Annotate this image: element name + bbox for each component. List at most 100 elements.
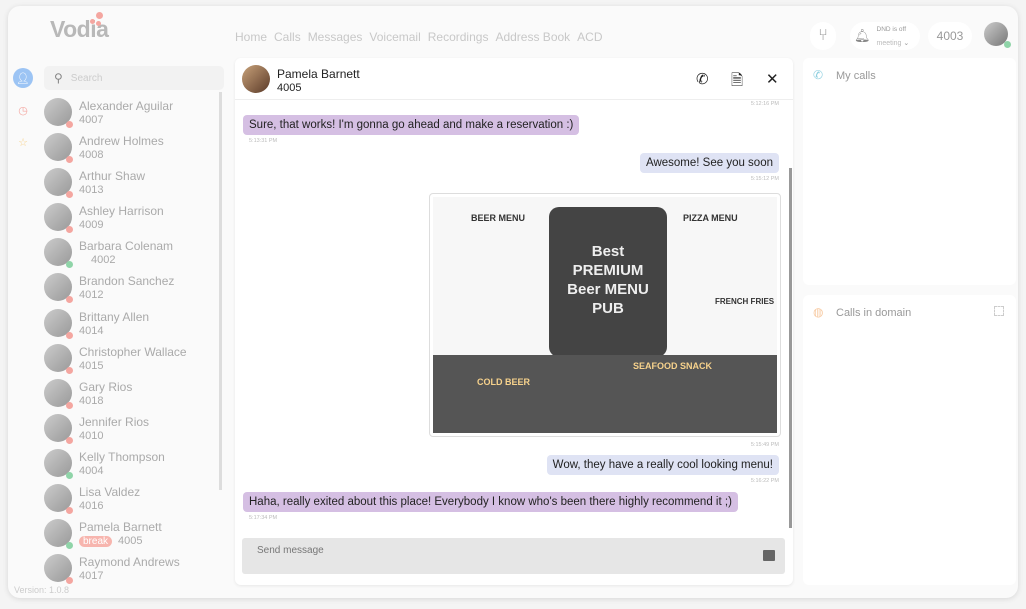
chat-contact-name: Pamela Barnett: [277, 67, 360, 81]
contact-name: Barbara Colenam: [79, 239, 174, 254]
contact-item[interactable]: Pamela Barnett break 4005: [44, 517, 220, 552]
contact-name: Jennifer Rios: [79, 414, 150, 429]
menu-heading-beer: BEER MENU: [471, 213, 526, 223]
dnd-toggle[interactable]: 🔔︎ DND is off meeting ⌄: [850, 22, 920, 50]
contact-list: Alexander Aguilar 4007 Andrew Holmes 400…: [44, 96, 220, 587]
recent-tab-icon[interactable]: ◷: [13, 100, 33, 120]
contact-ext: 4018: [79, 394, 104, 407]
timestamp: 5:15:49 PM: [750, 442, 779, 448]
image-attach-icon[interactable]: [763, 550, 775, 561]
status-dot: [66, 471, 73, 479]
contact-ext: 4013: [79, 184, 104, 197]
status-dot: [66, 331, 73, 339]
menu-heading-pizza: PIZZA MENU: [683, 213, 738, 223]
status-dot: [66, 542, 73, 550]
main-nav: Home Calls Messages Voicemail Recordings…: [235, 30, 603, 44]
message-outgoing: Awesome! See you soon: [639, 153, 779, 173]
contact-ext: 4002: [91, 254, 116, 267]
contact-item[interactable]: Arthur Shaw 4013: [44, 166, 220, 201]
status-dot: [66, 156, 73, 164]
contact-ext: 4009: [79, 219, 104, 232]
close-icon[interactable]: ✕: [766, 70, 779, 88]
split-icon: ⑂: [818, 27, 828, 44]
message-incoming: Haha, really exited about this place! Ev…: [243, 492, 738, 512]
my-calls-card: ✆ My calls: [803, 58, 1016, 285]
contact-item[interactable]: Alexander Aguilar 4007: [44, 96, 220, 131]
timestamp: 5:17:34 PM: [249, 515, 278, 521]
contact-item[interactable]: Christopher Wallace 4015: [44, 342, 220, 377]
chevron-down-icon: ⌄: [901, 39, 910, 47]
user-avatar[interactable]: [984, 22, 1011, 48]
contact-avatar: [242, 65, 270, 93]
status-dot: [66, 436, 73, 444]
extension-display: 4003: [928, 22, 972, 50]
phone-icon[interactable]: ✆: [696, 70, 709, 88]
contact-ext: 4004: [79, 464, 104, 477]
status-dot: [66, 366, 73, 374]
contact-item[interactable]: Lisa Valdez 4016: [44, 482, 220, 517]
contact-item[interactable]: Brandon Sanchez 4012: [44, 271, 220, 306]
contact-item[interactable]: Jennifer Rios 4010: [44, 412, 220, 447]
status-dot: [66, 296, 73, 304]
contact-item[interactable]: Kelly Thompson 4004: [44, 447, 220, 482]
contact-name: Lisa Valdez: [79, 485, 141, 500]
menu-chalkboard-title: Best PREMIUM Beer MENU PUB: [567, 243, 649, 317]
contact-ext: 4014: [79, 324, 104, 337]
nav-home[interactable]: Home: [235, 30, 267, 44]
status-dot: [66, 401, 73, 409]
shared-image-menu[interactable]: BEER MENU PIZZA MENU Best PREMIUM Beer M…: [429, 193, 781, 437]
bell-icon: 🔔︎: [854, 28, 871, 43]
contact-name: Kelly Thompson: [79, 449, 165, 464]
nav-acd[interactable]: ACD: [577, 30, 602, 44]
chat-scrollbar[interactable]: [789, 168, 792, 528]
contact-name: Brandon Sanchez: [79, 274, 175, 289]
calls-in-domain-card: ◍ Calls in domain: [803, 295, 1016, 585]
contact-item[interactable]: Raymond Andrews 4017: [44, 552, 220, 587]
contact-item[interactable]: Brittany Allen 4014: [44, 307, 220, 342]
status-dot: [66, 577, 73, 585]
version-label: Version: 1.0.8: [14, 585, 70, 595]
contact-ext: 4010: [79, 429, 104, 442]
contact-ext: 4008: [79, 149, 104, 162]
status-dot: [66, 191, 73, 199]
nav-calls[interactable]: Calls: [274, 30, 301, 44]
nav-messages[interactable]: Messages: [308, 30, 363, 44]
contacts-tab-icon[interactable]: 👤︎: [13, 68, 33, 88]
document-icon[interactable]: 🗎︎: [731, 70, 743, 95]
nav-address-book[interactable]: Address Book: [495, 30, 570, 44]
search-input[interactable]: ⚲ Search: [44, 66, 224, 90]
contact-item[interactable]: Gary Rios 4018: [44, 377, 220, 412]
contact-ext: 4016: [79, 500, 104, 513]
nav-recordings[interactable]: Recordings: [428, 30, 489, 44]
expand-icon[interactable]: [994, 306, 1004, 316]
chat-panel: Pamela Barnett 4005 ✆ 🗎︎ ✕ 5:12:16 PM Su…: [235, 58, 793, 585]
contact-ext: 4012: [79, 289, 104, 302]
message-input[interactable]: Send message: [242, 538, 785, 574]
contact-name: Alexander Aguilar: [79, 99, 174, 113]
status-dot: [66, 226, 73, 234]
contact-item[interactable]: Ashley Harrison 4009: [44, 201, 220, 236]
phone-ringing-icon: ✆: [813, 68, 824, 82]
message-outgoing: Wow, they have a really cool looking men…: [546, 455, 779, 475]
status-dot: [66, 261, 73, 269]
chat-contact-ext: 4005: [277, 82, 302, 94]
dnd-mode[interactable]: meeting: [877, 40, 902, 47]
call-split-button[interactable]: ⑂: [810, 22, 836, 50]
contact-name: Arthur Shaw: [79, 169, 146, 184]
chat-header: Pamela Barnett 4005 ✆ 🗎︎ ✕: [235, 58, 793, 100]
contact-item[interactable]: Andrew Holmes 4008: [44, 131, 220, 166]
contact-name: Andrew Holmes: [79, 134, 164, 149]
contact-item[interactable]: Barbara Colenam 4002: [44, 236, 220, 271]
dnd-status: DND is off: [876, 25, 907, 33]
contact-name: Raymond Andrews: [79, 555, 180, 570]
search-icon: ⚲: [54, 71, 63, 85]
menu-heading-cold-beer: COLD BEER: [477, 377, 531, 387]
contact-name: Ashley Harrison: [79, 204, 164, 219]
vodia-logo: Vodia: [50, 12, 109, 43]
contact-ext: 4007: [79, 114, 104, 126]
message-incoming: Sure, that works! I'm gonna go ahead and…: [243, 115, 580, 135]
nav-voicemail[interactable]: Voicemail: [369, 30, 420, 44]
favorites-tab-icon[interactable]: ☆: [13, 132, 33, 152]
contact-name: Pamela Barnett: [79, 520, 162, 535]
status-dot: [66, 507, 73, 515]
